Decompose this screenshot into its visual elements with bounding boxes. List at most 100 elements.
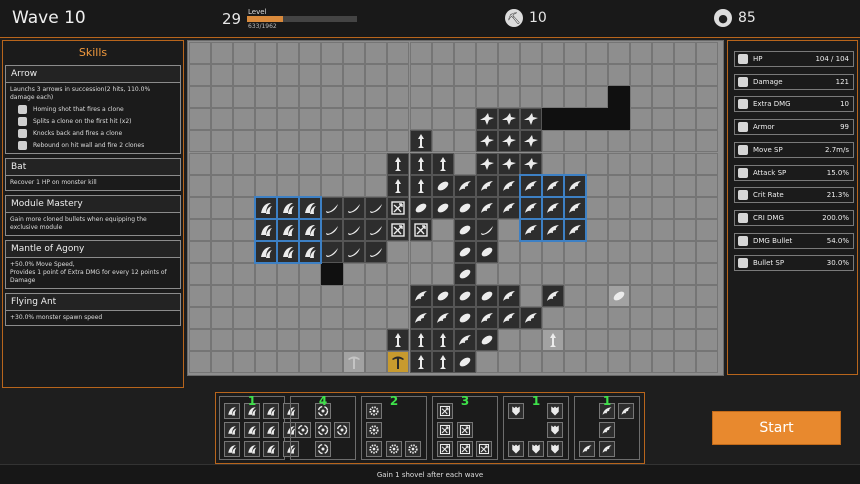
- grid-cell[interactable]: [432, 108, 454, 130]
- grid-cell[interactable]: [387, 64, 409, 86]
- grid-cell[interactable]: [674, 285, 696, 307]
- grid-cell[interactable]: [211, 307, 233, 329]
- grid-cell[interactable]: [189, 351, 211, 373]
- grid-cell[interactable]: [343, 64, 365, 86]
- grid-cell[interactable]: [564, 42, 586, 64]
- module-cell[interactable]: [563, 218, 586, 241]
- grid-cell[interactable]: [321, 329, 343, 351]
- grid-cell[interactable]: [696, 219, 718, 241]
- module-cell[interactable]: [387, 174, 410, 197]
- grid-cell[interactable]: [189, 42, 211, 64]
- grid-cell[interactable]: [233, 86, 255, 108]
- grid-cell[interactable]: [586, 42, 608, 64]
- grid-cell[interactable]: [696, 263, 718, 285]
- grid-cell[interactable]: [608, 130, 630, 152]
- grid-cell[interactable]: [233, 263, 255, 285]
- grid-cell[interactable]: [343, 42, 365, 64]
- grid-cell[interactable]: [211, 86, 233, 108]
- module-piece[interactable]: 1: [574, 394, 640, 460]
- grid-cell[interactable]: [233, 153, 255, 175]
- module-cell[interactable]: [475, 240, 498, 263]
- grid-cell[interactable]: [586, 153, 608, 175]
- module-cell[interactable]: [453, 263, 476, 285]
- module-cell[interactable]: [541, 218, 564, 241]
- inventory-grid[interactable]: [187, 40, 724, 376]
- grid-cell[interactable]: [652, 285, 674, 307]
- grid-cell[interactable]: [608, 153, 630, 175]
- grid-cell[interactable]: [674, 86, 696, 108]
- grid-cell[interactable]: [277, 108, 299, 130]
- grid-cell[interactable]: [321, 307, 343, 329]
- grid-cell[interactable]: [608, 42, 630, 64]
- grid-cell[interactable]: [255, 329, 277, 351]
- module-cell[interactable]: [343, 196, 366, 219]
- module-cell[interactable]: [453, 218, 476, 241]
- grid-cell[interactable]: [299, 130, 321, 152]
- grid-cell[interactable]: [255, 307, 277, 329]
- module-cell[interactable]: [277, 240, 300, 263]
- grid-cell[interactable]: [674, 307, 696, 329]
- grid-cell[interactable]: [630, 307, 652, 329]
- blocked-cell[interactable]: [585, 108, 608, 131]
- module-cell[interactable]: [277, 218, 300, 241]
- grid-cell[interactable]: [387, 307, 409, 329]
- grid-cell[interactable]: [586, 263, 608, 285]
- grid-cell[interactable]: [674, 329, 696, 351]
- grid-cell[interactable]: [211, 130, 233, 152]
- shovel-cell[interactable]: [343, 351, 366, 374]
- grid-cell[interactable]: [586, 351, 608, 373]
- module-cell[interactable]: [497, 307, 520, 330]
- grid-cell[interactable]: [321, 130, 343, 152]
- module-cell[interactable]: [431, 174, 454, 197]
- blocked-cell[interactable]: [321, 263, 344, 285]
- grid-cell[interactable]: [608, 175, 630, 197]
- grid-cell[interactable]: [233, 42, 255, 64]
- grid-cell[interactable]: [233, 130, 255, 152]
- module-cell[interactable]: [475, 130, 498, 153]
- grid-cell[interactable]: [564, 241, 586, 263]
- grid-cell[interactable]: [387, 130, 409, 152]
- grid-cell[interactable]: [365, 108, 387, 130]
- module-cell[interactable]: [299, 240, 322, 263]
- grid-cell[interactable]: [189, 108, 211, 130]
- grid-cell[interactable]: [277, 351, 299, 373]
- grid-cell[interactable]: [211, 175, 233, 197]
- grid-cell[interactable]: [343, 108, 365, 130]
- module-cell[interactable]: [365, 196, 388, 219]
- grid-cell[interactable]: [542, 64, 564, 86]
- grid-cell[interactable]: [255, 86, 277, 108]
- grid-cell[interactable]: [608, 329, 630, 351]
- grid-cell[interactable]: [652, 108, 674, 130]
- module-cell[interactable]: [475, 329, 498, 352]
- grid-cell[interactable]: [299, 153, 321, 175]
- grid-cell[interactable]: [255, 175, 277, 197]
- grid-cell[interactable]: [674, 64, 696, 86]
- grid-cell[interactable]: [277, 285, 299, 307]
- grid-cell[interactable]: [696, 64, 718, 86]
- grid-cell[interactable]: [321, 153, 343, 175]
- grid-cell[interactable]: [674, 241, 696, 263]
- grid-cell[interactable]: [189, 307, 211, 329]
- module-cell[interactable]: [431, 152, 454, 175]
- grid-cell[interactable]: [674, 42, 696, 64]
- module-cell[interactable]: [453, 329, 476, 352]
- grid-cell[interactable]: [211, 153, 233, 175]
- grid-cell[interactable]: [277, 153, 299, 175]
- grid-cell[interactable]: [299, 351, 321, 373]
- module-cell[interactable]: [453, 174, 476, 197]
- grid-cell[interactable]: [696, 329, 718, 351]
- module-cell[interactable]: [541, 174, 564, 197]
- grid-cell[interactable]: [564, 153, 586, 175]
- grid-cell[interactable]: [255, 285, 277, 307]
- module-cell[interactable]: [255, 218, 278, 241]
- grid-cell[interactable]: [696, 108, 718, 130]
- skill-card[interactable]: Bat Recover 1 HP on monster kill: [5, 158, 181, 191]
- grid-cell[interactable]: [564, 307, 586, 329]
- module-cell[interactable]: [321, 218, 344, 241]
- module-cell[interactable]: [431, 285, 454, 308]
- grid-cell[interactable]: [652, 351, 674, 373]
- grid-cell[interactable]: [520, 263, 542, 285]
- grid-cell[interactable]: [674, 351, 696, 373]
- grid-cell[interactable]: [674, 108, 696, 130]
- module-cell[interactable]: [519, 108, 542, 131]
